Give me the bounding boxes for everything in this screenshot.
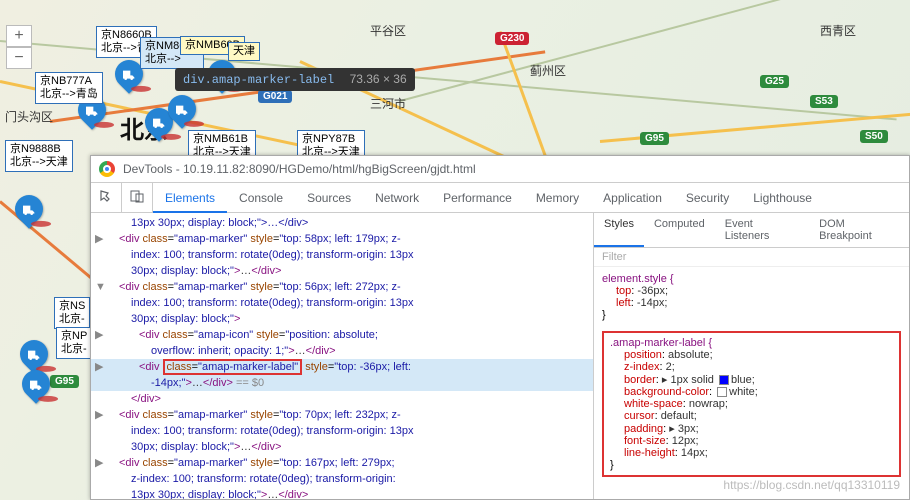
styles-panel: StylesComputedEvent ListenersDOM Breakpo…	[594, 213, 909, 499]
city-label: 平谷区	[370, 22, 406, 39]
zoom-in-button[interactable]: +	[6, 25, 32, 47]
css-property[interactable]: left: -14px;	[616, 297, 901, 309]
css-property[interactable]: border: ▸ 1px solid blue;	[624, 373, 893, 386]
map-marker-pin[interactable]	[14, 334, 54, 374]
zoom-out-button[interactable]: −	[6, 47, 32, 69]
city-label: 蓟州区	[530, 62, 566, 79]
road-shield: S53	[810, 95, 838, 108]
map-marker-label[interactable]: 京NP北京-	[56, 327, 92, 359]
tab-console[interactable]: Console	[227, 185, 295, 211]
css-property[interactable]: z-index: 2;	[624, 361, 893, 373]
map-marker-label[interactable]: 天津	[228, 42, 260, 61]
road-shield: G25	[760, 75, 789, 88]
tab-elements[interactable]: Elements	[153, 185, 227, 213]
road-shield: G021	[258, 90, 292, 103]
city-label: 门头沟区	[5, 108, 53, 125]
css-property[interactable]: position: absolute;	[624, 349, 893, 361]
road-shield: S50	[860, 130, 888, 143]
tab-lighthouse[interactable]: Lighthouse	[741, 185, 824, 211]
device-toggle-icon[interactable]	[122, 183, 153, 212]
road-shield: G95	[50, 375, 79, 388]
map-marker-label[interactable]: 京N9888B北京-->天津	[5, 140, 73, 172]
zoom-control: + −	[6, 25, 32, 69]
devtools-titlebar[interactable]: DevTools - 10.19.11.82:8090/HGDemo/html/…	[91, 156, 909, 183]
tooltip-dimensions: 73.36 × 36	[350, 72, 407, 86]
selected-dom-node[interactable]: ▶<div class="amap-marker-label" style="t…	[91, 359, 593, 375]
tab-security[interactable]: Security	[674, 185, 741, 211]
map-marker-pin[interactable]	[9, 189, 49, 229]
tab-dom-breakpoint[interactable]: DOM Breakpoint	[809, 213, 909, 247]
css-property[interactable]: top: -36px;	[616, 285, 901, 297]
road-shield: G95	[640, 132, 669, 145]
watermark: https://blog.csdn.net/qq13310119	[723, 478, 900, 492]
city-label: 西青区	[820, 22, 856, 39]
css-property[interactable]: cursor: default;	[624, 410, 893, 422]
city-label: 三河市	[370, 95, 406, 112]
styles-content[interactable]: element.style { top: -36px;left: -14px; …	[594, 267, 909, 499]
chrome-icon	[99, 161, 115, 177]
styles-tabs: StylesComputedEvent ListenersDOM Breakpo…	[594, 213, 909, 248]
tab-performance[interactable]: Performance	[431, 185, 524, 211]
tooltip-selector: div.amap-marker-label	[183, 73, 334, 87]
css-property[interactable]: white-space: nowrap;	[624, 398, 893, 410]
road-shield: G230	[495, 32, 529, 45]
tab-memory[interactable]: Memory	[524, 185, 591, 211]
tab-styles[interactable]: Styles	[594, 213, 644, 247]
inspect-icon[interactable]	[91, 183, 122, 212]
devtools-toolbar: ElementsConsoleSourcesNetworkPerformance…	[91, 183, 909, 213]
tab-network[interactable]: Network	[363, 185, 431, 211]
highlighted-css-rule: .amap-marker-label { position: absolute;…	[602, 331, 901, 477]
css-property[interactable]: line-height: 14px;	[624, 447, 893, 459]
tab-application[interactable]: Application	[591, 185, 674, 211]
devtools-title-text: DevTools - 10.19.11.82:8090/HGDemo/html/…	[123, 162, 476, 176]
css-property[interactable]: font-size: 12px;	[624, 435, 893, 447]
tab-computed[interactable]: Computed	[644, 213, 715, 247]
devtools-window: DevTools - 10.19.11.82:8090/HGDemo/html/…	[90, 155, 910, 500]
css-property[interactable]: padding: ▸ 3px;	[624, 422, 893, 435]
styles-filter[interactable]: Filter	[594, 248, 909, 267]
tab-event-listeners[interactable]: Event Listeners	[715, 213, 809, 247]
map-marker-label[interactable]: 京NS北京-	[54, 297, 90, 329]
inspector-tooltip: div.amap-marker-label 73.36 × 36	[175, 68, 415, 91]
css-property[interactable]: background-color: white;	[624, 386, 893, 398]
map-marker-label[interactable]: 京NB777A北京-->青岛	[35, 72, 103, 104]
elements-panel[interactable]: 13px 30px; display: block;">…</div> ▶<di…	[91, 213, 594, 499]
tab-sources[interactable]: Sources	[295, 185, 363, 211]
